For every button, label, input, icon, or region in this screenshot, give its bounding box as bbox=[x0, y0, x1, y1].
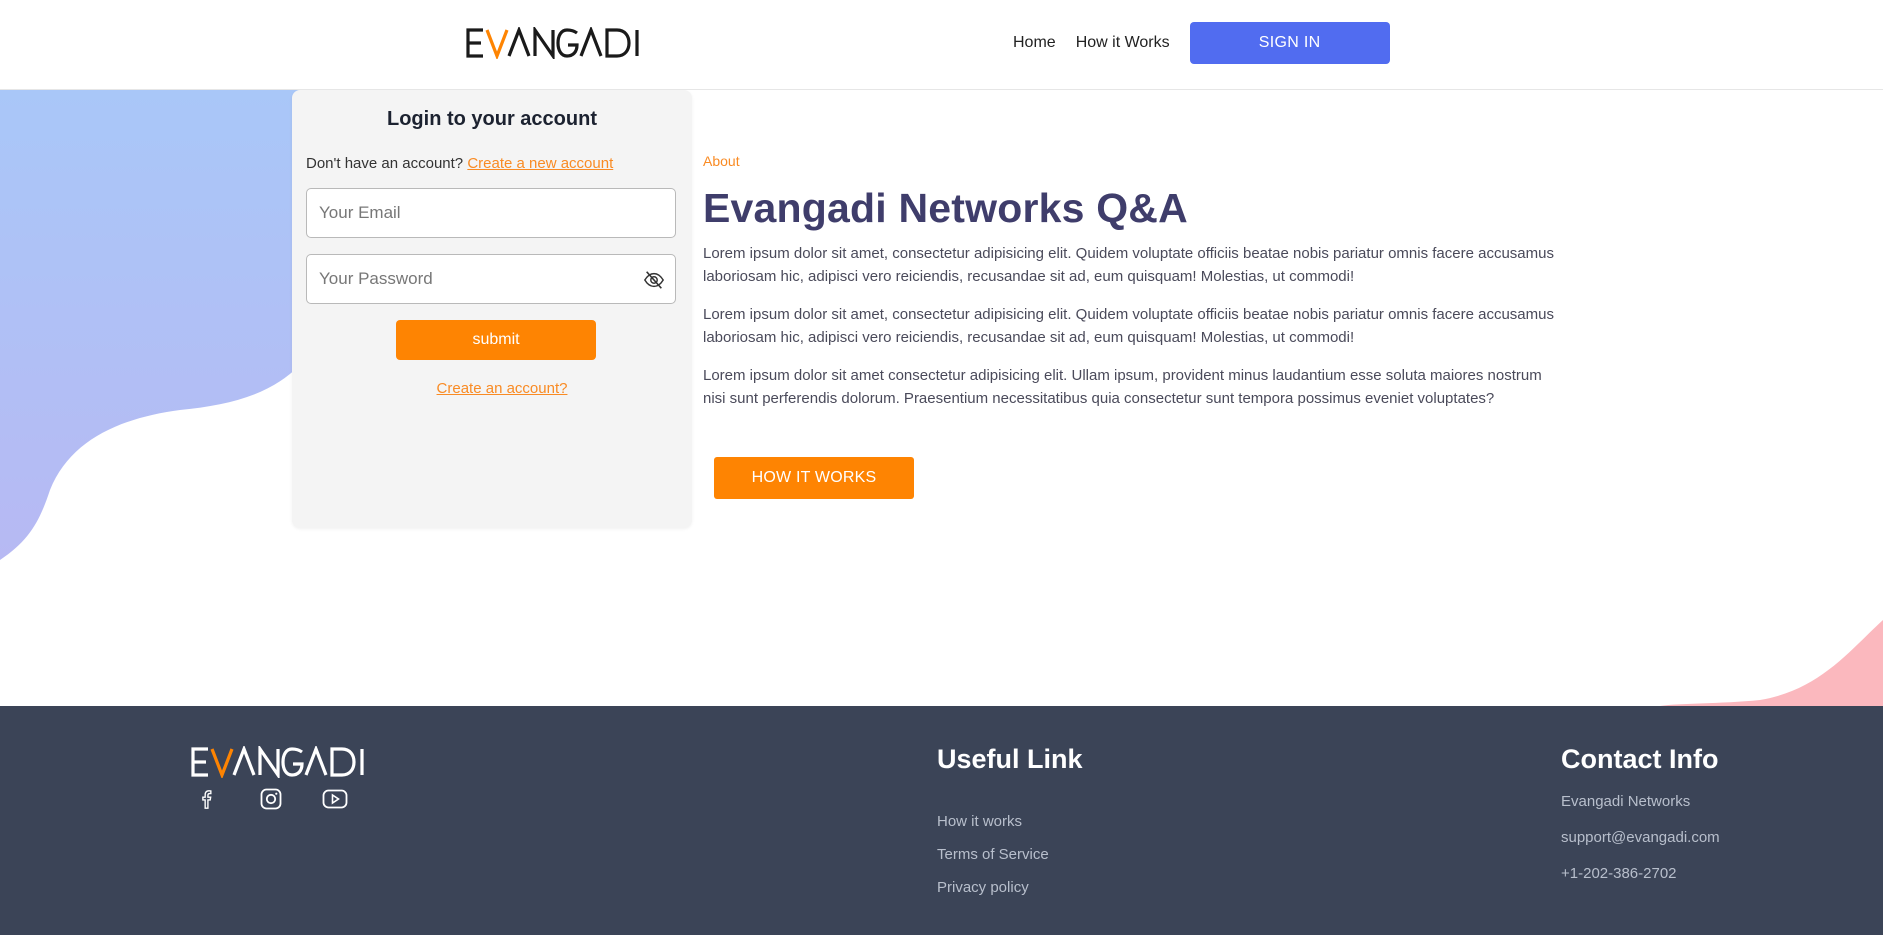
about-label: About bbox=[703, 153, 740, 169]
signup-prompt: Don't have an account? Create a new acco… bbox=[306, 155, 678, 172]
footer-logo-icon bbox=[191, 746, 364, 778]
email-field-wrapper bbox=[306, 188, 676, 238]
footer-link-terms[interactable]: Terms of Service bbox=[937, 846, 1083, 863]
signup-prompt-text: Don't have an account? bbox=[306, 155, 464, 172]
create-new-account-link[interactable]: Create a new account bbox=[467, 155, 613, 172]
facebook-icon[interactable] bbox=[190, 784, 224, 814]
password-field-wrapper bbox=[306, 254, 676, 304]
eye-slash-icon[interactable] bbox=[643, 269, 665, 291]
login-card: Login to your account Don't have an acco… bbox=[292, 90, 692, 528]
main-nav: Home How it Works SIGN IN bbox=[1013, 22, 1390, 64]
instagram-icon[interactable] bbox=[254, 784, 288, 814]
create-account-link[interactable]: Create an account? bbox=[316, 380, 688, 397]
site-footer: Useful Link How it works Terms of Servic… bbox=[0, 706, 1883, 935]
login-title: Login to your account bbox=[387, 108, 597, 130]
email-field[interactable] bbox=[307, 189, 675, 237]
about-paragraph: Lorem ipsum dolor sit amet consectetur a… bbox=[703, 367, 1542, 407]
about-paragraph: Lorem ipsum dolor sit amet, consectetur … bbox=[703, 245, 1554, 285]
submit-button[interactable]: submit bbox=[396, 320, 596, 360]
logo-icon bbox=[466, 27, 639, 59]
about-section: About Evangadi Networks Q&A Lorem ipsum … bbox=[703, 153, 1563, 499]
sign-in-button[interactable]: SIGN IN bbox=[1189, 22, 1390, 64]
how-it-works-button[interactable]: HOW IT WORKS bbox=[714, 457, 914, 499]
contact-info-column: Contact Info Evangadi Networks support@e… bbox=[1561, 744, 1720, 901]
nav-home[interactable]: Home bbox=[1013, 34, 1056, 52]
useful-links-title: Useful Link bbox=[937, 744, 1083, 774]
about-title: Evangadi Networks Q&A bbox=[703, 185, 1188, 231]
password-field[interactable] bbox=[307, 255, 675, 303]
about-paragraph: Lorem ipsum dolor sit amet, consectetur … bbox=[703, 306, 1554, 346]
nav-how-it-works[interactable]: How it Works bbox=[1076, 34, 1170, 52]
contact-info-title: Contact Info bbox=[1561, 744, 1719, 774]
contact-email: support@evangadi.com bbox=[1561, 829, 1720, 846]
footer-logo[interactable] bbox=[190, 746, 392, 778]
footer-link-how-it-works[interactable]: How it works bbox=[937, 813, 1083, 830]
top-header: Home How it Works SIGN IN bbox=[0, 0, 1883, 90]
social-links bbox=[190, 784, 352, 814]
contact-company: Evangadi Networks bbox=[1561, 793, 1691, 810]
useful-links-column: Useful Link How it works Terms of Servic… bbox=[937, 744, 1083, 912]
pink-wave-shape bbox=[1660, 620, 1883, 706]
contact-phone: +1-202-386-2702 bbox=[1561, 865, 1677, 882]
youtube-icon[interactable] bbox=[318, 784, 352, 814]
footer-link-privacy[interactable]: Privacy policy bbox=[937, 879, 1083, 896]
evangadi-logo[interactable] bbox=[465, 26, 667, 60]
